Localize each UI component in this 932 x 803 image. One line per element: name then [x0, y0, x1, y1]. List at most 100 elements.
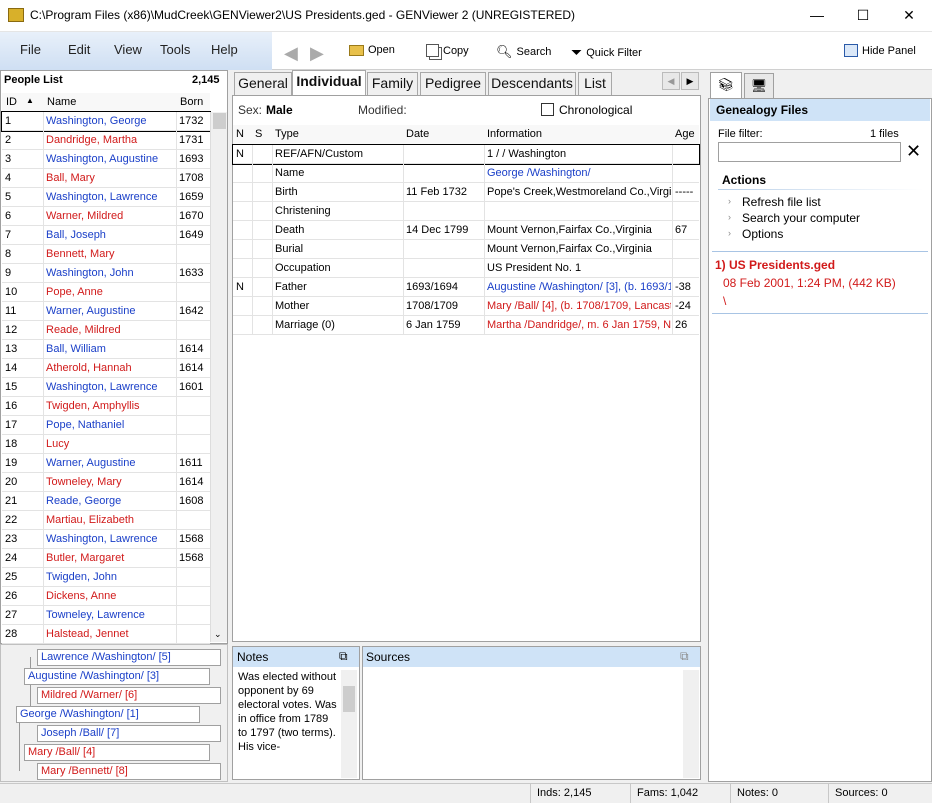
- people-scrollbar[interactable]: ⌄: [210, 112, 227, 642]
- chevron-right-icon: ›: [728, 228, 731, 238]
- event-row[interactable]: Mother 1708/1709 Mary /Ball/ [4], (b. 1708…: [233, 297, 699, 316]
- pedigree-box[interactable]: Mary /Ball/ [4]: [24, 744, 210, 761]
- pedigree-box[interactable]: Lawrence /Washington/ [5]: [37, 649, 221, 666]
- copy-icon: [426, 44, 439, 57]
- people-row[interactable]: 11 Warner, Augustine 1642: [2, 302, 210, 321]
- computer-tab-icon[interactable]: 🖥︎: [744, 73, 774, 98]
- tab-scroll-left-icon[interactable]: ◀: [662, 72, 680, 90]
- sources-scrollbar[interactable]: [683, 670, 699, 778]
- file-filter-input[interactable]: [718, 142, 901, 162]
- column-born[interactable]: Born: [180, 96, 203, 108]
- people-row[interactable]: 13 Ball, William 1614: [2, 340, 210, 359]
- column-information[interactable]: Information: [487, 128, 542, 140]
- column-age[interactable]: Age: [675, 128, 695, 140]
- event-row[interactable]: Christening: [233, 202, 699, 221]
- column-id[interactable]: ID: [6, 96, 17, 108]
- action-search-computer[interactable]: Search your computer: [742, 211, 860, 225]
- menu-tools[interactable]: Tools: [160, 42, 190, 57]
- event-row[interactable]: Occupation US President No. 1: [233, 259, 699, 278]
- minimize-button[interactable]: —: [794, 0, 840, 31]
- genealogy-files-tab-icon[interactable]: 📚︎: [710, 72, 742, 98]
- scrollbar-thumb[interactable]: [213, 113, 226, 129]
- event-type: Burial: [275, 243, 304, 255]
- event-row[interactable]: Name George /Washington/: [233, 164, 699, 183]
- people-row[interactable]: 5 Washington, Lawrence 1659: [2, 188, 210, 207]
- people-row[interactable]: 1 Washington, George 1732: [1, 111, 211, 132]
- menu-file[interactable]: File: [20, 42, 41, 57]
- pedigree-box[interactable]: Mary /Bennett/ [8]: [37, 763, 221, 780]
- people-row[interactable]: 14 Atherold, Hannah 1614: [2, 359, 210, 378]
- sources-copy-icon[interactable]: ⧉: [680, 649, 689, 664]
- people-row[interactable]: 8 Bennett, Mary: [2, 245, 210, 264]
- people-row[interactable]: 28 Halstead, Jennet: [2, 625, 210, 644]
- search-button[interactable]: 🔍︎ Search: [496, 44, 551, 60]
- people-row[interactable]: 9 Washington, John 1633: [2, 264, 210, 283]
- tab-individual[interactable]: Individual: [292, 70, 366, 96]
- tab-list[interactable]: List: [578, 72, 612, 95]
- notes-scrollbar[interactable]: [341, 670, 357, 778]
- people-row[interactable]: 2 Dandridge, Martha 1731: [2, 131, 210, 150]
- people-row[interactable]: 4 Ball, Mary 1708: [2, 169, 210, 188]
- people-row[interactable]: 24 Butler, Margaret 1568: [2, 549, 210, 568]
- column-s[interactable]: S: [255, 128, 262, 140]
- tab-general[interactable]: General: [234, 72, 292, 95]
- copy-button[interactable]: Copy: [426, 44, 469, 57]
- person-id: 14: [5, 362, 18, 374]
- people-row[interactable]: 23 Washington, Lawrence 1568: [2, 530, 210, 549]
- pedigree-box[interactable]: George /Washington/ [1]: [16, 706, 200, 723]
- quick-filter-button[interactable]: ⏷ Quick Filter: [571, 44, 642, 61]
- open-button[interactable]: Open: [349, 44, 395, 56]
- people-row[interactable]: 6 Warner, Mildred 1670: [2, 207, 210, 226]
- pedigree-box[interactable]: Mildred /Warner/ [6]: [37, 687, 221, 704]
- people-row[interactable]: 7 Ball, Joseph 1649: [2, 226, 210, 245]
- people-row[interactable]: 22 Martiau, Elizabeth: [2, 511, 210, 530]
- event-row[interactable]: Death 14 Dec 1799 Mount Vernon,Fairfax Co.…: [233, 221, 699, 240]
- event-row[interactable]: Birth 11 Feb 1732 Pope's Creek,Westmorelan…: [233, 183, 699, 202]
- pedigree-box[interactable]: Joseph /Ball/ [7]: [37, 725, 221, 742]
- scroll-down-icon[interactable]: ⌄: [214, 629, 222, 640]
- menu-edit[interactable]: Edit: [68, 42, 90, 57]
- people-row[interactable]: 15 Washington, Lawrence 1601: [2, 378, 210, 397]
- tab-descendants[interactable]: Descendants: [488, 72, 576, 95]
- people-row[interactable]: 18 Lucy: [2, 435, 210, 454]
- people-row[interactable]: 19 Warner, Augustine 1611: [2, 454, 210, 473]
- notes-title: Notes: [237, 650, 269, 664]
- notes-copy-icon[interactable]: ⧉: [339, 649, 348, 664]
- event-row[interactable]: N Father 1693/1694 Augustine /Washington/ […: [233, 278, 699, 297]
- tab-pedigree[interactable]: Pedigree: [420, 72, 486, 95]
- scrollbar-thumb[interactable]: [343, 686, 355, 712]
- people-row[interactable]: 21 Reade, George 1608: [2, 492, 210, 511]
- window-title: C:\Program Files (x86)\MudCreek\GENViewe…: [30, 8, 576, 22]
- forward-arrow-icon[interactable]: ▶: [310, 44, 328, 62]
- hide-panel-button[interactable]: Hide Panel: [844, 44, 916, 57]
- people-row[interactable]: 3 Washington, Augustine 1693: [2, 150, 210, 169]
- maximize-button[interactable]: ☐: [840, 0, 886, 31]
- event-row[interactable]: Burial Mount Vernon,Fairfax Co.,Virginia: [233, 240, 699, 259]
- people-row[interactable]: 27 Towneley, Lawrence: [2, 606, 210, 625]
- back-arrow-icon[interactable]: ◀: [284, 44, 302, 62]
- people-row[interactable]: 25 Twigden, John: [2, 568, 210, 587]
- column-type[interactable]: Type: [275, 128, 299, 140]
- close-button[interactable]: ✕: [886, 0, 932, 31]
- people-row[interactable]: 17 Pope, Nathaniel: [2, 416, 210, 435]
- people-row[interactable]: 10 Pope, Anne: [2, 283, 210, 302]
- menu-view[interactable]: View: [114, 42, 142, 57]
- chronological-checkbox[interactable]: [541, 103, 554, 116]
- clear-filter-icon[interactable]: ✕: [906, 141, 921, 161]
- event-row[interactable]: Marriage (0) 6 Jan 1759 Martha /Dandridge/…: [233, 316, 699, 335]
- action-options[interactable]: Options: [742, 227, 783, 241]
- file-entry[interactable]: 1) US Presidents.ged 08 Feb 2001, 1:24 P…: [712, 252, 928, 314]
- tab-scroll-right-icon[interactable]: ▶: [681, 72, 699, 90]
- tab-family[interactable]: Family: [367, 72, 418, 95]
- action-refresh-file-list[interactable]: Refresh file list: [742, 195, 821, 209]
- people-row[interactable]: 12 Reade, Mildred: [2, 321, 210, 340]
- people-row[interactable]: 26 Dickens, Anne: [2, 587, 210, 606]
- people-row[interactable]: 16 Twigden, Amphyllis: [2, 397, 210, 416]
- column-date[interactable]: Date: [406, 128, 429, 140]
- people-row[interactable]: 20 Towneley, Mary 1614: [2, 473, 210, 492]
- column-n[interactable]: N: [236, 128, 244, 140]
- pedigree-box[interactable]: Augustine /Washington/ [3]: [24, 668, 210, 685]
- event-row[interactable]: N REF/AFN/Custom 1 / / Washington: [232, 144, 700, 165]
- menu-help[interactable]: Help: [211, 42, 238, 57]
- column-name[interactable]: Name: [47, 96, 76, 108]
